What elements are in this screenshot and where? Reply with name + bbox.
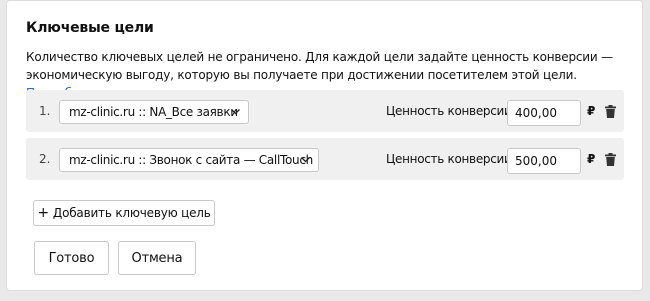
add-goal-button[interactable]: + Добавить ключевую цель bbox=[33, 200, 215, 226]
goal-index: 2. bbox=[39, 152, 51, 166]
description-text: Количество ключевых целей не ограничено.… bbox=[26, 50, 613, 82]
chevron-down-icon bbox=[231, 109, 240, 115]
goal-row: 1. mz-clinic.ru :: NA_Все заявки Ценност… bbox=[26, 90, 624, 132]
goal-row: 2. mz-clinic.ru :: Звонок с сайта — Call… bbox=[26, 138, 624, 180]
goal-select-value: mz-clinic.ru :: Звонок с сайта — CallTou… bbox=[69, 153, 313, 167]
currency-symbol: ₽ bbox=[587, 104, 596, 118]
goal-select[interactable]: mz-clinic.ru :: NA_Все заявки bbox=[59, 100, 249, 124]
key-goals-panel: Ключевые цели Количество ключевых целей … bbox=[6, 0, 643, 291]
goal-select[interactable]: mz-clinic.ru :: Звонок с сайта — CallTou… bbox=[59, 148, 319, 172]
conversion-value-input[interactable] bbox=[507, 148, 581, 174]
done-button[interactable]: Готово bbox=[34, 241, 109, 275]
plus-icon: + bbox=[37, 205, 49, 221]
cancel-button[interactable]: Отмена bbox=[118, 241, 196, 275]
trash-icon[interactable] bbox=[605, 153, 616, 166]
conversion-value-input[interactable] bbox=[507, 100, 581, 126]
currency-symbol: ₽ bbox=[587, 152, 596, 166]
conversion-value-label: Ценность конверсии bbox=[386, 152, 512, 166]
chevron-down-icon bbox=[301, 157, 310, 163]
section-title: Ключевые цели bbox=[26, 20, 154, 36]
goal-select-value: mz-clinic.ru :: NA_Все заявки bbox=[69, 105, 238, 119]
conversion-value-label: Ценность конверсии bbox=[386, 104, 512, 118]
add-goal-label: Добавить ключевую цель bbox=[52, 206, 211, 220]
trash-icon[interactable] bbox=[605, 105, 616, 118]
goal-index: 1. bbox=[39, 104, 51, 118]
